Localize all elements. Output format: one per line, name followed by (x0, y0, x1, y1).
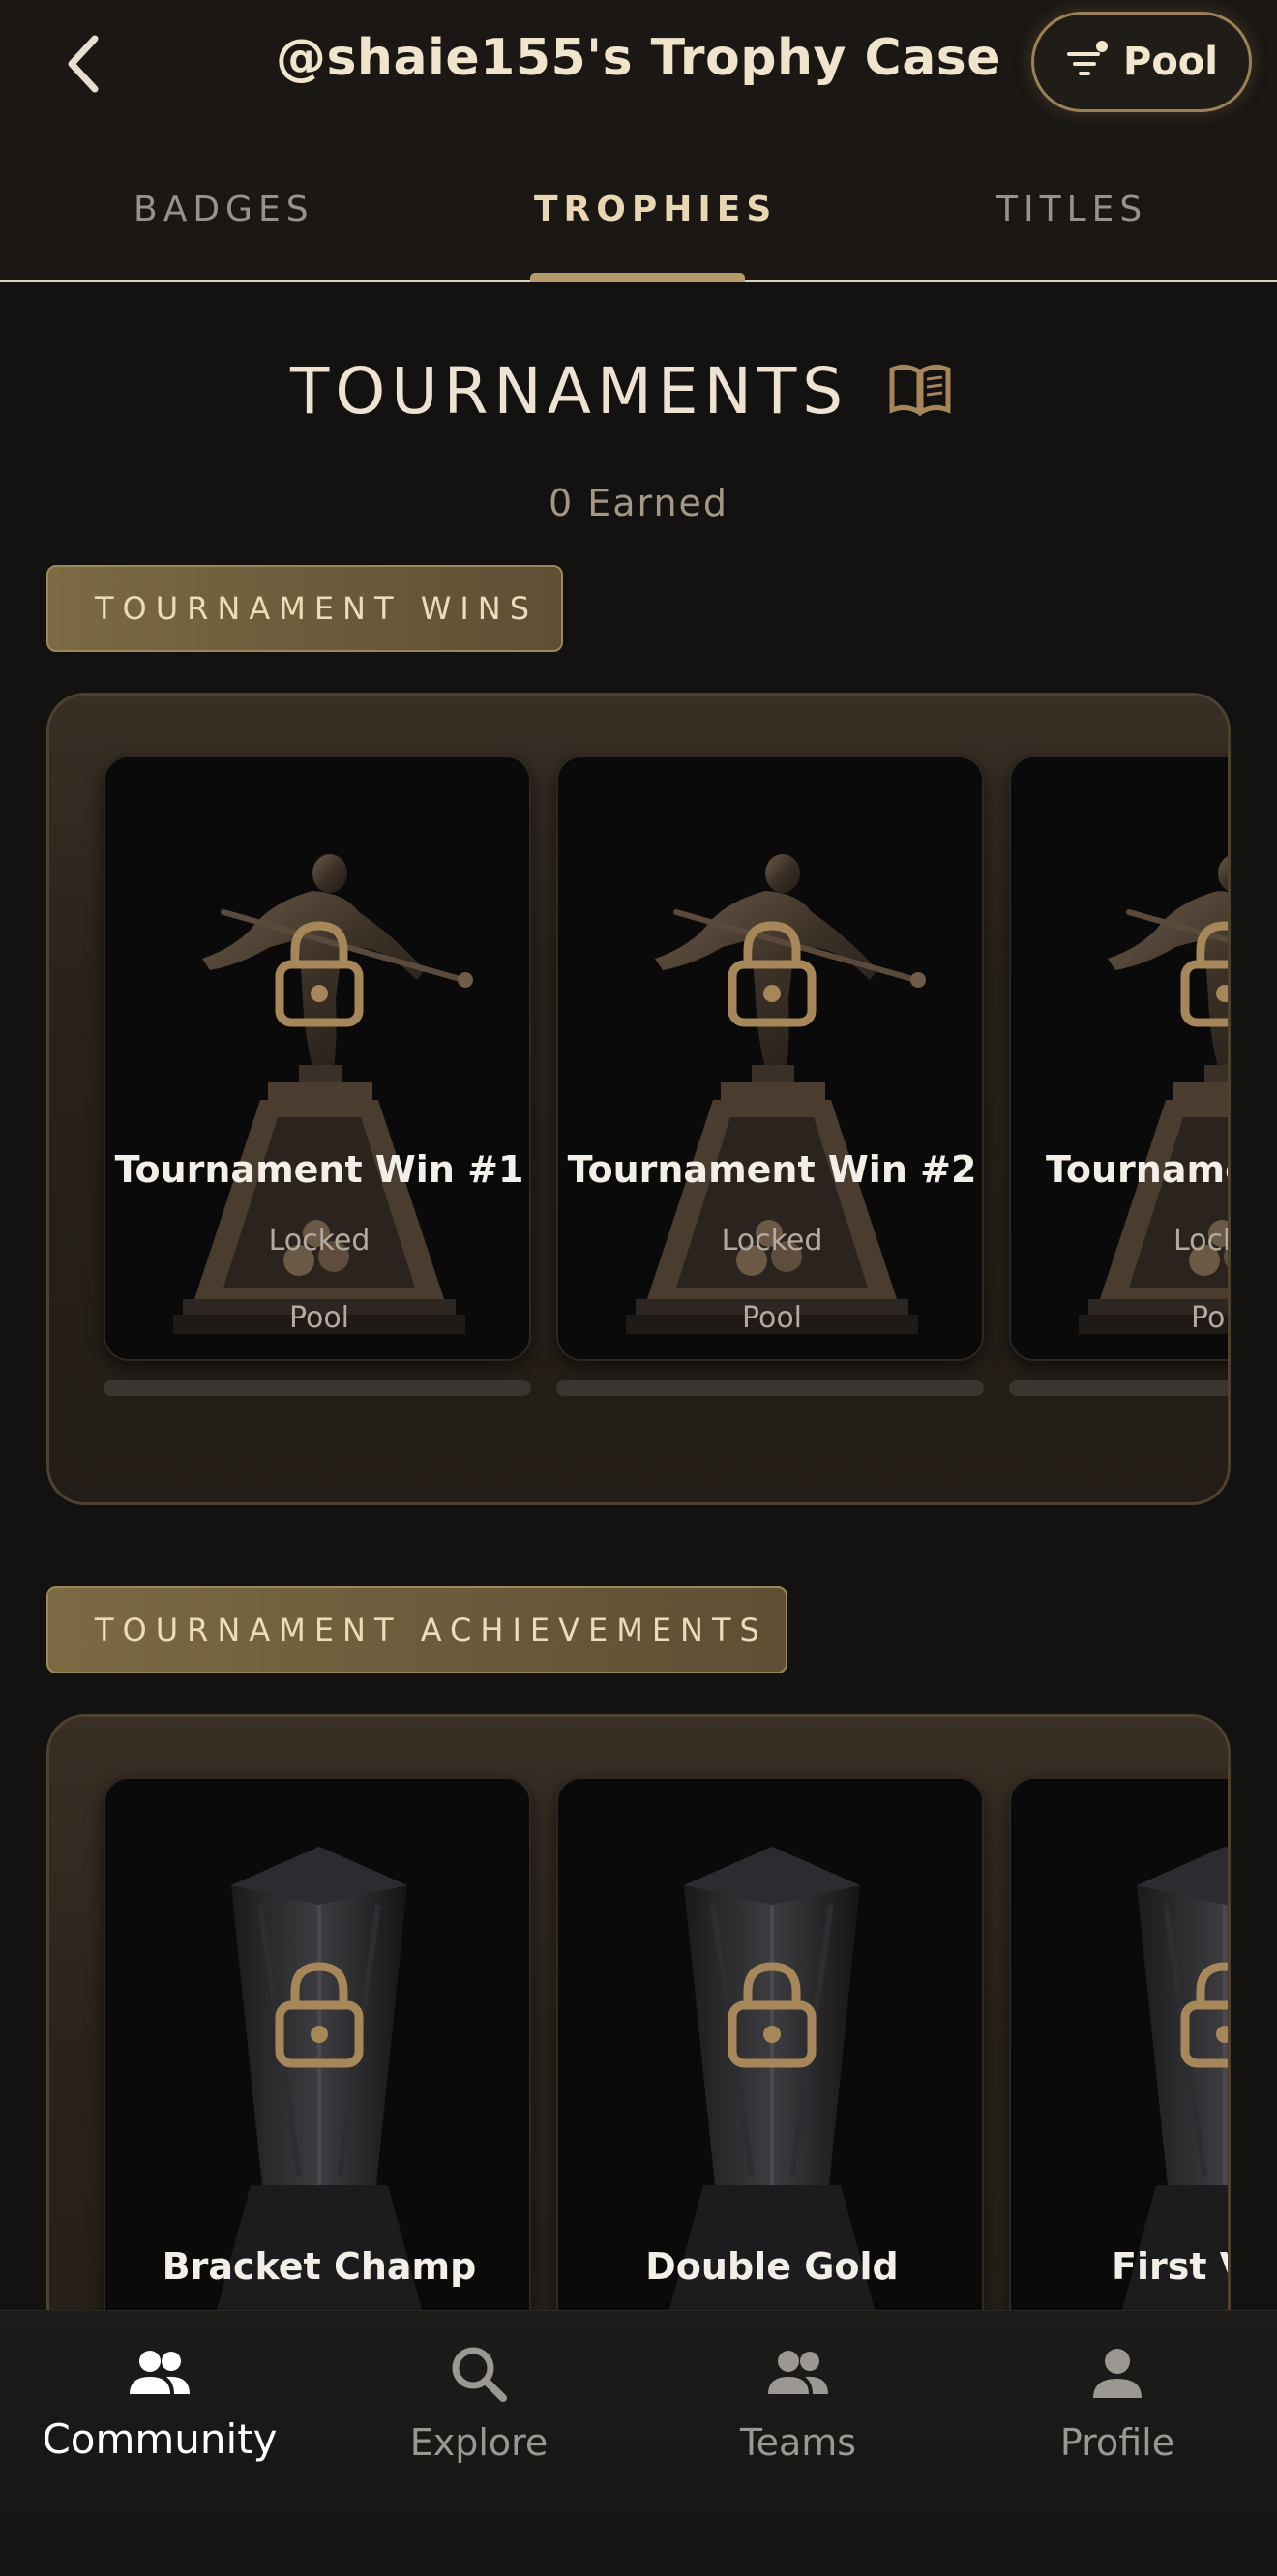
pool-trophy-image (558, 757, 984, 1361)
progress-bar (556, 1380, 984, 1396)
trophy-case-screen: { "header": { "title": "@shaie155's Trop… (0, 0, 1277, 2576)
lock-icon (274, 918, 365, 1028)
nav-label: Explore (409, 2421, 549, 2464)
bottom-navigation: Community Explore Teams Profile (0, 2310, 1277, 2576)
category-tournament-wins: TOURNAMENT WINS (46, 565, 563, 652)
trophy-card[interactable]: Tournament Win #1 Locked Pool (104, 755, 531, 1361)
trophy-name: Tournament Win #1 (114, 1148, 524, 1191)
teams-icon (768, 2351, 828, 2394)
trophy-sport: Pool (741, 1301, 803, 1335)
trophy-status: Locked (721, 1224, 823, 1258)
trophy-card[interactable]: Tournament Win #2 Locked Pool (556, 755, 984, 1361)
nav-profile[interactable]: Profile (958, 2311, 1277, 2504)
nav-explore[interactable]: Explore (319, 2311, 638, 2504)
trophy-name: Tourname (1046, 1148, 1231, 1191)
lock-icon (274, 1959, 365, 2069)
category-tournament-achievements: TOURNAMENT ACHIEVEMENTS (46, 1586, 787, 1673)
nav-teams[interactable]: Teams (638, 2311, 958, 2504)
section-title: TOURNAMENTS (290, 354, 849, 429)
community-icon (130, 2351, 190, 2394)
nav-label: Community (42, 2415, 278, 2463)
lock-icon (1179, 918, 1231, 1028)
tab-titles[interactable]: TITLES (996, 190, 1147, 229)
back-button[interactable] (54, 27, 112, 101)
progress-bar (104, 1380, 531, 1396)
sport-filter-button[interactable]: Pool (1031, 12, 1252, 112)
trophy-shelf-wins: Tournament Win #1 Locked Pool Tournament… (46, 693, 1231, 1505)
trophy-status: Lock (1173, 1224, 1228, 1258)
pool-trophy-image (1011, 757, 1231, 1361)
earned-count: 0 Earned (548, 482, 729, 524)
trophy-carousel[interactable]: Bracket Champ Double Gold First V (104, 1777, 1231, 2454)
trophy-status: Locked (268, 1224, 371, 1258)
book-icon[interactable] (888, 362, 952, 416)
top-bar: @shaie155's Trophy Case Pool (0, 0, 1277, 126)
trophy-sport: Pool (288, 1301, 350, 1335)
tab-trophies[interactable]: TROPHIES (534, 190, 777, 229)
trophy-name: Tournament Win #2 (567, 1148, 977, 1191)
lock-icon (727, 1959, 817, 2069)
trophy-name: Double Gold (645, 2245, 899, 2288)
active-tab-indicator (530, 273, 745, 282)
nav-community[interactable]: Community (0, 2311, 319, 2504)
lock-icon (1179, 1959, 1231, 2069)
trophy-card[interactable]: Tourname Lock Po (1009, 755, 1231, 1361)
page-title: @shaie155's Trophy Case (275, 29, 1001, 87)
profile-icon (1093, 2349, 1142, 2398)
tab-bar: BADGES TROPHIES TITLES (0, 126, 1277, 282)
filter-icon (1067, 41, 1108, 75)
trophy-carousel[interactable]: Tournament Win #1 Locked Pool Tournament… (104, 755, 1231, 1396)
progress-bar (1009, 1380, 1228, 1396)
trophy-sport: Po (1191, 1301, 1226, 1335)
pool-trophy-image (105, 757, 531, 1361)
nav-label: Profile (1059, 2421, 1175, 2464)
trophy-name: First V (1112, 2245, 1228, 2288)
trophy-name: Bracket Champ (162, 2245, 477, 2288)
search-icon (452, 2347, 507, 2402)
chevron-left-icon (68, 35, 99, 93)
filter-label: Pool (1123, 40, 1218, 84)
tab-badges[interactable]: BADGES (134, 190, 314, 229)
lock-icon (727, 918, 817, 1028)
nav-label: Teams (739, 2421, 857, 2464)
